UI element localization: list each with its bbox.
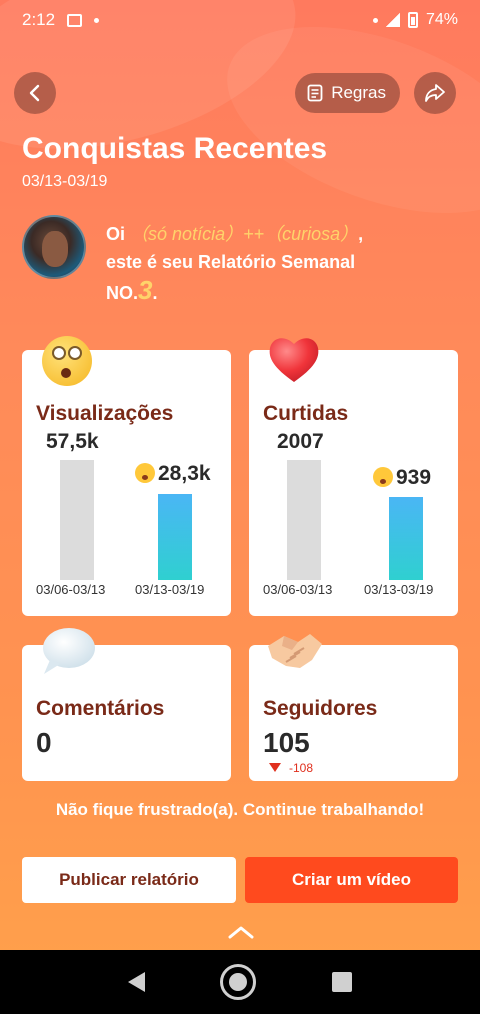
- views-cur-value-wrap: 28,3k: [135, 462, 211, 486]
- date-range: 03/13-03/19: [22, 173, 108, 190]
- followers-title: Seguidores: [263, 697, 378, 720]
- nav-home-icon[interactable]: [220, 964, 257, 1000]
- heart-icon: [269, 338, 319, 382]
- greeting-hi: Oi: [106, 224, 126, 244]
- shocked-emoji-icon: [42, 336, 92, 386]
- share-arrow-icon: [425, 84, 445, 102]
- encourage-text: Não fique frustrado(a). Continue trabalh…: [55, 800, 425, 819]
- gallery-notification-icon: [67, 13, 83, 27]
- views-prev-value: 57,5k: [46, 430, 99, 453]
- system-nav-bar: [0, 950, 480, 1014]
- document-icon: [307, 84, 323, 102]
- rules-button[interactable]: Regras: [295, 73, 400, 113]
- views-cur-date: 03/13-03/19: [135, 582, 205, 597]
- chevron-up-icon[interactable]: [226, 922, 256, 942]
- report-no-value: 3: [138, 275, 153, 305]
- views-cur-value: 28,3k: [158, 462, 211, 485]
- likes-cur-date: 03/13-03/19: [364, 582, 434, 597]
- views-prev-bar: [60, 460, 94, 580]
- page-title: Conquistas Recentes: [22, 132, 328, 165]
- back-button[interactable]: [14, 72, 56, 114]
- likes-cur-value: 939: [396, 466, 432, 489]
- greeting-text: Oi （só notícia）++（curiosa）, este é seu R…: [106, 224, 364, 305]
- views-title: Visualizações: [36, 402, 174, 425]
- followers-change: -108: [269, 761, 313, 775]
- status-bar: 2:12 74%: [0, 0, 480, 40]
- down-arrow-icon: [269, 763, 281, 772]
- nav-back-icon[interactable]: [127, 972, 145, 992]
- battery-icon: [407, 12, 418, 28]
- likes-prev-value: 2007: [277, 430, 324, 453]
- likes-cur-bar: [389, 497, 423, 580]
- views-cur-bar: [158, 494, 192, 580]
- rules-label: Regras: [331, 83, 386, 102]
- create-video-button[interactable]: Criar um vídeo: [245, 857, 458, 903]
- battery-percent: 74%: [425, 11, 458, 28]
- comments-value: 0: [36, 727, 52, 758]
- signal-icon: [385, 13, 400, 27]
- likes-cur-value-wrap: 939: [373, 466, 431, 490]
- views-prev-date: 03/06-03/13: [36, 582, 106, 597]
- share-button[interactable]: [414, 72, 456, 114]
- nav-recents-icon[interactable]: [332, 972, 353, 992]
- notification-dot-icon: [372, 17, 378, 23]
- greeting-line2: este é seu Relatório Semanal: [106, 252, 356, 272]
- user-name: （só notícia）++（curiosa）: [130, 224, 359, 244]
- followers-value: 105: [263, 727, 310, 758]
- dizzy-emoji-icon: [135, 463, 155, 483]
- avatar: [22, 215, 86, 279]
- comments-title: Comentários: [36, 697, 165, 720]
- likes-card: Curtidas 2007 939 03/06-03/13 03/13-03/1…: [249, 350, 458, 616]
- likes-prev-bar: [287, 460, 321, 580]
- notification-dot-icon: [94, 17, 100, 23]
- report-no-label: NO.: [106, 283, 139, 303]
- chevron-left-icon: [29, 84, 40, 102]
- publish-report-button[interactable]: Publicar relatório: [22, 857, 236, 903]
- likes-title: Curtidas: [263, 402, 349, 425]
- likes-prev-date: 03/06-03/13: [263, 582, 333, 597]
- status-time: 2:12: [22, 10, 56, 29]
- top-bar: Regras: [14, 72, 456, 114]
- handshake-icon: [268, 634, 322, 668]
- dizzy-emoji-icon: [373, 467, 393, 487]
- speech-bubble-icon: [43, 628, 95, 674]
- views-card: Visualizações 57,5k 28,3k 03/06-03/13 03…: [22, 350, 231, 616]
